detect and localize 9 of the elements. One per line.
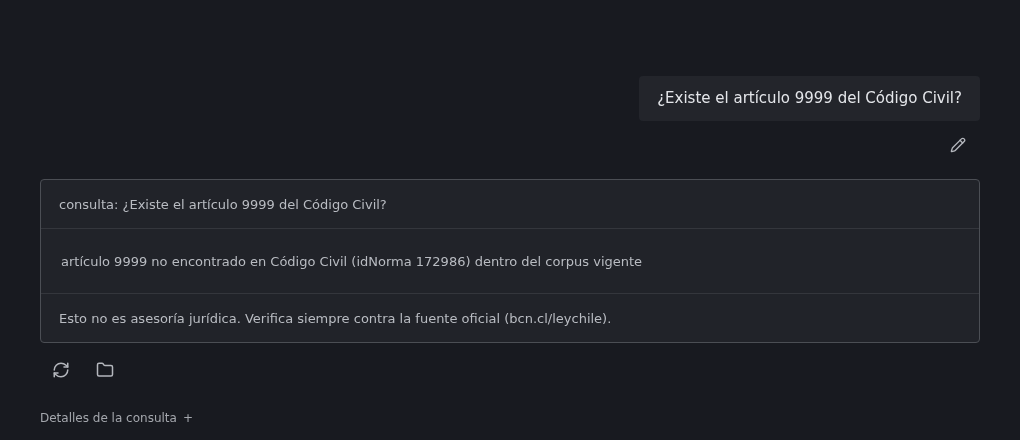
user-message-bubble: ¿Existe el artículo 9999 del Código Civil? <box>639 76 980 121</box>
response-text: Esto no es asesoría jurídica. Verifica siempre contra la fuente oficial (bcn.cl/leychile). <box>59 311 612 326</box>
regenerate-button[interactable] <box>52 361 70 379</box>
edit-button[interactable] <box>948 135 968 155</box>
response-text: artículo 9999 no encontrado en Código Civil (idNorma 172986) dentro del corpus vigente <box>61 254 643 269</box>
details-toggle[interactable]: Detalles de la consulta + <box>40 409 193 427</box>
response-text: consulta: ¿Existe el artículo 9999 del Código Civil? <box>59 197 387 212</box>
folder-button[interactable] <box>96 361 114 379</box>
pencil-icon <box>950 137 966 153</box>
